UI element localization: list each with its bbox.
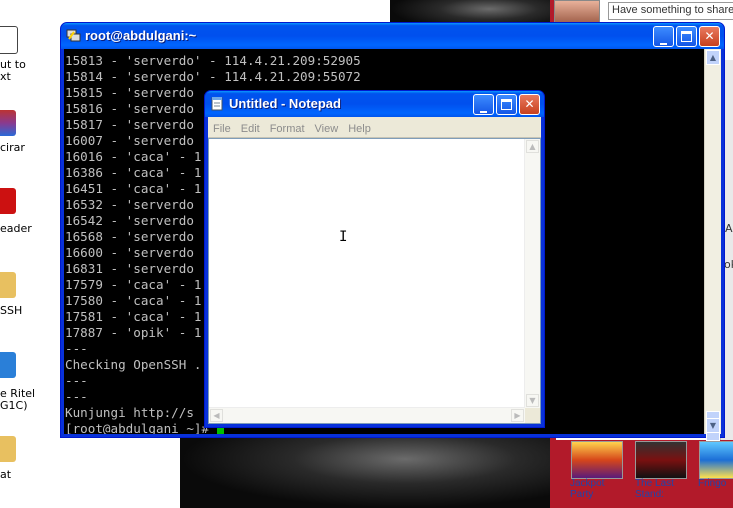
menu-help[interactable]: Help xyxy=(343,121,376,135)
text-cursor-icon: I xyxy=(339,229,348,245)
desktop-icon-label[interactable]: at xyxy=(0,469,11,481)
game-label[interactable]: Fringo xyxy=(698,478,726,489)
close-icon: ✕ xyxy=(524,97,535,111)
menu-format[interactable]: Format xyxy=(265,121,310,135)
terminal-title: root@abdulgani:~ xyxy=(85,28,197,43)
scroll-down-arrow-icon[interactable]: ▼ xyxy=(706,418,720,433)
resize-grip-icon[interactable] xyxy=(525,408,540,423)
desktop-icon-label[interactable]: cirar xyxy=(0,142,25,154)
notepad-horizontal-scrollbar[interactable]: ◀ ▶ xyxy=(209,407,525,423)
scroll-down-arrow-icon[interactable]: ▼ xyxy=(526,394,539,407)
game-label[interactable]: The Last Stand: xyxy=(635,478,674,500)
game-label[interactable]: Jackpot Party xyxy=(570,478,604,500)
notepad-menubar: File Edit Format View Help xyxy=(208,117,541,138)
side-letter: ok xyxy=(724,258,733,271)
maximize-icon xyxy=(501,99,512,110)
terminal-prompt: [root@abdulgani ~]# xyxy=(65,421,210,434)
menu-view[interactable]: View xyxy=(310,121,344,135)
notepad-titlebar[interactable]: Untitled - Notepad ✕ xyxy=(205,91,544,117)
shortcut-icon[interactable] xyxy=(0,26,18,54)
scroll-up-arrow-icon[interactable]: ▲ xyxy=(526,140,539,153)
minimize-icon xyxy=(480,111,487,113)
terminal-titlebar[interactable]: root@abdulgani:~ ✕ xyxy=(61,23,724,49)
scroll-right-arrow-icon[interactable]: ▶ xyxy=(511,409,524,422)
winrar-icon[interactable] xyxy=(0,110,16,136)
minimize-icon xyxy=(660,43,667,45)
scroll-up-arrow-icon[interactable]: ▲ xyxy=(706,50,720,65)
terminal-scrollbar[interactable]: ▲ ▼ xyxy=(704,49,721,441)
side-letter: A xyxy=(725,222,733,235)
jackpot-party-icon[interactable] xyxy=(571,441,623,479)
scroll-left-arrow-icon[interactable]: ◀ xyxy=(210,409,223,422)
folder-icon[interactable] xyxy=(0,272,16,298)
notepad-window[interactable]: Untitled - Notepad ✕ File Edit Format View H… xyxy=(204,90,545,428)
menu-edit[interactable]: Edit xyxy=(236,121,265,135)
notepad-title: Untitled - Notepad xyxy=(229,96,341,111)
avatar[interactable] xyxy=(554,0,600,24)
putty-icon[interactable] xyxy=(66,28,81,43)
menu-file[interactable]: File xyxy=(208,121,236,135)
minimize-button[interactable] xyxy=(473,94,494,115)
desktop-icon-label[interactable]: eader xyxy=(0,223,32,235)
folder-icon[interactable] xyxy=(0,436,16,462)
adobe-reader-icon[interactable] xyxy=(0,188,16,214)
maximize-button[interactable] xyxy=(496,94,517,115)
notepad-vertical-scrollbar[interactable]: ▲ ▼ xyxy=(524,139,540,408)
maximize-icon xyxy=(681,31,692,42)
notepad-text-area[interactable]: I ▲ ▼ ◀ ▶ xyxy=(208,138,541,424)
desktop-icon-label[interactable]: SSH xyxy=(0,305,22,317)
desktop-icon-label[interactable]: ut to xt xyxy=(0,59,26,83)
wallpaper-art-lower xyxy=(180,438,555,508)
maximize-button[interactable] xyxy=(676,26,697,47)
app-icon[interactable] xyxy=(0,352,16,378)
status-input[interactable]: Have something to share xyxy=(608,2,733,20)
close-button[interactable]: ✕ xyxy=(519,94,540,115)
minimize-button[interactable] xyxy=(653,26,674,47)
last-stand-icon[interactable] xyxy=(635,441,687,479)
desktop-icon-label[interactable]: e Ritel G1C) xyxy=(0,388,35,412)
close-icon: ✕ xyxy=(704,29,715,43)
fringo-icon[interactable] xyxy=(699,441,733,479)
close-button[interactable]: ✕ xyxy=(699,26,720,47)
notepad-icon[interactable] xyxy=(210,96,225,111)
